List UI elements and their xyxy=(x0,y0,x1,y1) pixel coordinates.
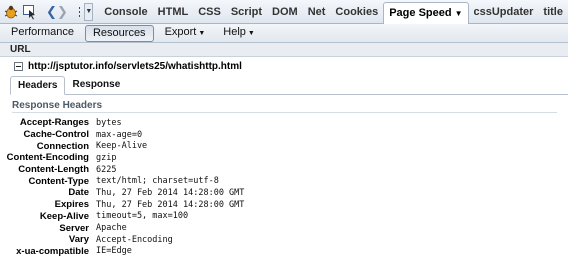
header-name: Accept-Ranges xyxy=(19,117,89,129)
table-row: Date Thu, 27 Feb 2014 14:28:00 GMT xyxy=(0,187,568,199)
header-value: Accept-Encoding xyxy=(96,234,173,245)
page-speed-toolbar: Performance Resources Export ▼ Help ▼ xyxy=(0,24,568,43)
chevron-down-icon: ▼ xyxy=(247,29,255,37)
header-name: Content-Length xyxy=(18,164,89,176)
response-headers-table: Accept-Ranges bytes Cache-Control max-age=… xyxy=(0,117,568,257)
tab-html[interactable]: HTML xyxy=(153,0,194,24)
header-name: Content-Type xyxy=(28,175,89,187)
tab-label: Response xyxy=(72,79,121,90)
resource-url: http://jsptutor.info/servlets25/whatisht… xyxy=(28,60,242,72)
header-name: Cache-Control xyxy=(23,129,89,141)
header-value: Apache xyxy=(96,223,127,234)
tab-label: Net xyxy=(307,5,326,18)
tab-dom[interactable]: DOM xyxy=(267,0,303,24)
export-menu[interactable]: Export ▼ xyxy=(158,25,213,42)
tab-label: HTML xyxy=(157,5,189,18)
tab-label: Console xyxy=(104,5,148,18)
tab-cssupdater[interactable]: cssUpdater xyxy=(469,0,539,24)
header-name: Connection xyxy=(36,140,89,152)
table-row: Content-Length 6225 xyxy=(0,164,568,176)
header-name: Content-Encoding xyxy=(6,152,89,164)
firebug-toolbar: ❮ ❯ ▼ Console HTML CSS Script DOM Net Co… xyxy=(0,0,568,24)
header-value: Keep-Alive xyxy=(96,141,148,152)
back-arrow-icon[interactable]: ❮ xyxy=(46,4,57,20)
header-value: 6225 xyxy=(96,164,117,175)
chevron-down-icon[interactable]: ▼ xyxy=(84,2,94,21)
table-row: x-ua-compatible IE=Edge xyxy=(0,246,568,258)
url-column-header: URL xyxy=(0,43,568,57)
menu-label: Help xyxy=(223,25,246,38)
header-value: text/html; charset=utf-8 xyxy=(96,176,219,187)
tab-net[interactable]: Net xyxy=(303,0,331,24)
table-row: Cache-Control max-age=0 xyxy=(0,129,568,141)
tab-label: CSS xyxy=(198,5,221,18)
button-label: Performance xyxy=(11,25,74,38)
firebug-bug-icon[interactable] xyxy=(3,3,19,21)
resources-button[interactable]: Resources xyxy=(84,24,154,42)
table-row: Accept-Ranges bytes xyxy=(0,117,568,129)
header-name: Keep-Alive xyxy=(39,210,89,222)
header-value: max-age=0 xyxy=(96,129,143,140)
header-value: timeout=5, max=100 xyxy=(96,211,189,222)
inspect-element-icon[interactable] xyxy=(22,3,38,21)
table-row: Vary Accept-Encoding xyxy=(0,234,568,246)
header-value: bytes xyxy=(96,117,122,128)
header-name: Vary xyxy=(68,234,89,246)
forward-arrow-icon[interactable]: ❯ xyxy=(57,4,68,20)
help-menu[interactable]: Help ▼ xyxy=(216,25,262,42)
tab-page-speed[interactable]: Page Speed ▼ xyxy=(383,1,469,24)
table-row: Keep-Alive timeout=5, max=100 xyxy=(0,211,568,223)
tab-cookies[interactable]: Cookies xyxy=(330,0,383,24)
table-row: Content-Type text/html; charset=utf-8 xyxy=(0,175,568,187)
tab-label: title xyxy=(543,5,563,18)
response-headers-title: Response Headers xyxy=(12,100,557,113)
tab-label: Page Speed xyxy=(389,6,452,19)
tab-console[interactable]: Console xyxy=(99,0,152,24)
collapse-toggle-icon[interactable] xyxy=(14,61,23,71)
header-name: Expires xyxy=(54,199,89,211)
header-name: Server xyxy=(59,222,89,234)
table-row: Expires Thu, 27 Feb 2014 14:28:00 GMT xyxy=(0,199,568,211)
header-name: Date xyxy=(68,187,89,199)
performance-button[interactable]: Performance xyxy=(4,25,81,42)
tab-label: Script xyxy=(230,5,263,18)
panel-tabs: Console HTML CSS Script DOM Net Cookies … xyxy=(99,0,568,24)
tab-headers[interactable]: Headers xyxy=(10,76,66,95)
header-value: Thu, 27 Feb 2014 14:28:00 GMT xyxy=(96,199,245,210)
resource-detail-tabs: Headers Response xyxy=(10,76,568,95)
header-name: x-ua-compatible xyxy=(16,245,89,257)
button-label: Resources xyxy=(92,26,146,39)
tab-label: cssUpdater xyxy=(473,5,534,18)
tab-response[interactable]: Response xyxy=(65,76,127,94)
header-value: gzip xyxy=(96,152,117,163)
tab-script[interactable]: Script xyxy=(226,0,267,24)
tab-label: Cookies xyxy=(335,5,379,18)
table-row: Server Apache xyxy=(0,222,568,234)
panel-menu-icon[interactable] xyxy=(78,5,80,19)
tab-title[interactable]: title xyxy=(538,0,568,24)
tab-label: DOM xyxy=(272,5,298,18)
tab-label: Headers xyxy=(18,80,58,91)
url-row[interactable]: http://jsptutor.info/servlets25/whatisht… xyxy=(0,58,568,74)
header-value: Thu, 27 Feb 2014 14:28:00 GMT xyxy=(96,187,245,198)
chevron-down-icon: ▼ xyxy=(198,29,206,37)
chevron-down-icon: ▼ xyxy=(454,8,463,18)
menu-label: Export xyxy=(164,25,197,38)
tab-css[interactable]: CSS xyxy=(193,0,226,24)
header-value: IE=Edge xyxy=(96,246,132,257)
table-row: Connection Keep-Alive xyxy=(0,140,568,152)
table-row: Content-Encoding gzip xyxy=(0,152,568,164)
